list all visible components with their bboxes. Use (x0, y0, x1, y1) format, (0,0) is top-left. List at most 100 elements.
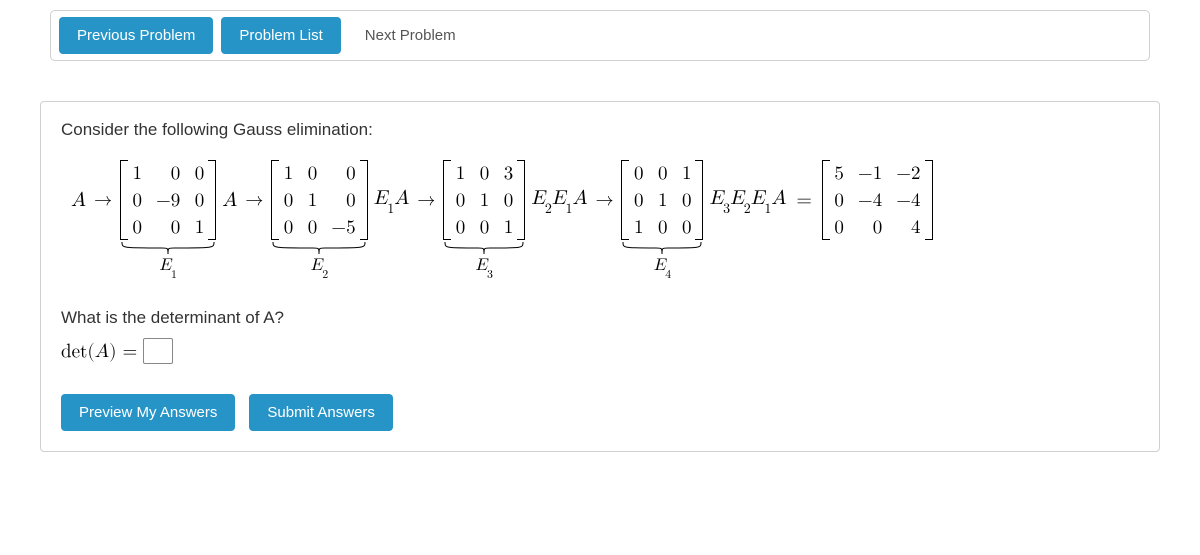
matrix-bracket-right (208, 160, 216, 240)
gauss-equation: A→1000−90001E1A→10001000−5E2E1A→10301000… (71, 160, 1139, 278)
matrix-bracket-left (443, 160, 451, 240)
determinant-input[interactable] (143, 338, 173, 364)
matrix: 10001000−5 (271, 160, 367, 240)
matrix: 001010100 (621, 160, 703, 240)
matrix-cell: 5 (834, 162, 844, 185)
step-lhs: A (222, 160, 237, 240)
matrix-cell: −2 (896, 162, 920, 185)
nav-bar: Previous Problem Problem List Next Probl… (50, 10, 1150, 61)
matrix-bracket-right (517, 160, 525, 240)
matrix-cell: 0 (633, 162, 643, 185)
matrix: 5−1−20−4−4004 (822, 160, 933, 240)
matrix-bracket-left (621, 160, 629, 240)
matrix-cell: 0 (283, 216, 293, 239)
matrix-bracket-right (360, 160, 368, 240)
matrix-cell: 0 (834, 189, 844, 212)
determinant-question: What is the determinant of A? (61, 308, 1139, 328)
matrix-cell: 0 (455, 216, 465, 239)
expression-label: E2E1A (531, 186, 587, 214)
determinant-input-line: det(A) = (61, 338, 1139, 364)
initial-A: A (71, 160, 86, 240)
matrix: 103010001 (443, 160, 525, 240)
underbrace-icon (443, 242, 525, 254)
e-label: E4 (654, 256, 672, 278)
matrix-cell: 1 (307, 189, 317, 212)
matrix-cell: 0 (132, 189, 142, 212)
underbrace-icon (621, 242, 703, 254)
underbrace-label: E3 (443, 242, 525, 278)
matrix-cell: 1 (503, 216, 513, 239)
matrix-cells: 1000−90001 (128, 160, 208, 240)
expression-label: E3E2E1A (709, 186, 786, 214)
matrix-step: 103010001 E3 (443, 160, 525, 278)
matrix-cell: 0 (346, 189, 356, 212)
det-label: det(A) (61, 340, 116, 363)
matrix-cell: 0 (194, 189, 204, 212)
matrix-cell: 1 (455, 162, 465, 185)
matrix-cell: 0 (170, 162, 180, 185)
e-label: E2 (311, 256, 329, 278)
matrix-cell: 1 (681, 162, 691, 185)
matrix-cell: 1 (479, 189, 489, 212)
matrix-bracket-left (120, 160, 128, 240)
underbrace-icon (271, 242, 367, 254)
step-lhs: E2E1A (531, 160, 587, 240)
step-lhs: E1A (374, 160, 410, 240)
matrix-cell: 0 (194, 162, 204, 185)
matrix-cell: −4 (896, 189, 920, 212)
matrix-cells: 103010001 (451, 160, 517, 240)
matrix-cell: 0 (479, 162, 489, 185)
matrix-cell: 0 (283, 189, 293, 212)
problem-content: Consider the following Gauss elimination… (40, 101, 1160, 452)
step-lhs: E3E2E1A (709, 160, 786, 240)
matrix-cell: 1 (283, 162, 293, 185)
matrix-cells: 001010100 (629, 160, 695, 240)
arrow-icon: → (243, 160, 265, 240)
matrix-cell: 3 (503, 162, 513, 185)
underbrace-label: E2 (271, 242, 367, 278)
matrix-cell: 0 (657, 216, 667, 239)
matrix-bracket-right (695, 160, 703, 240)
matrix-step: 10001000−5 E2 (271, 160, 367, 278)
arrow-icon: → (593, 160, 615, 240)
matrix-cell: 4 (911, 216, 921, 239)
problem-prompt: Consider the following Gauss elimination… (61, 120, 1139, 140)
matrix-cell: 0 (346, 162, 356, 185)
matrix-cell: 0 (479, 216, 489, 239)
matrix-bracket-right (925, 160, 933, 240)
previous-problem-button[interactable]: Previous Problem (59, 17, 213, 54)
matrix-cell: 0 (307, 162, 317, 185)
equals-sign: = (122, 340, 137, 363)
matrix-cell: 0 (633, 189, 643, 212)
submit-answers-button[interactable]: Submit Answers (249, 394, 393, 431)
next-problem-button[interactable]: Next Problem (349, 17, 472, 54)
matrix-step: 5−1−20−4−4004 (822, 160, 933, 240)
equals-sign: = (792, 160, 816, 240)
matrix-cell: 0 (834, 216, 844, 239)
matrix: 1000−90001 (120, 160, 216, 240)
arrow-icon: → (92, 160, 114, 240)
e-label: E1 (159, 256, 177, 278)
matrix-bracket-left (271, 160, 279, 240)
underbrace-label: E4 (621, 242, 703, 278)
matrix-cell: −9 (156, 189, 180, 212)
matrix-cell: 0 (132, 216, 142, 239)
underbrace-label: E1 (120, 242, 216, 278)
matrix-cell: 0 (657, 162, 667, 185)
preview-answers-button[interactable]: Preview My Answers (61, 394, 235, 431)
matrix-cells: 10001000−5 (279, 160, 359, 240)
matrix-cell: 0 (872, 216, 882, 239)
matrix-cell: 1 (194, 216, 204, 239)
matrix-cell: 0 (681, 189, 691, 212)
matrix-cell: −4 (858, 189, 882, 212)
action-bar: Preview My Answers Submit Answers (61, 394, 1139, 431)
matrix-step: 1000−90001E1 (120, 160, 216, 278)
matrix-cells: 5−1−20−4−4004 (830, 160, 925, 240)
matrix-cell: 0 (170, 216, 180, 239)
problem-list-button[interactable]: Problem List (221, 17, 340, 54)
e-label: E3 (475, 256, 493, 278)
matrix-cell: 0 (681, 216, 691, 239)
expression-label: E1A (374, 186, 410, 214)
underbrace-icon (120, 242, 216, 254)
arrow-icon: → (415, 160, 437, 240)
